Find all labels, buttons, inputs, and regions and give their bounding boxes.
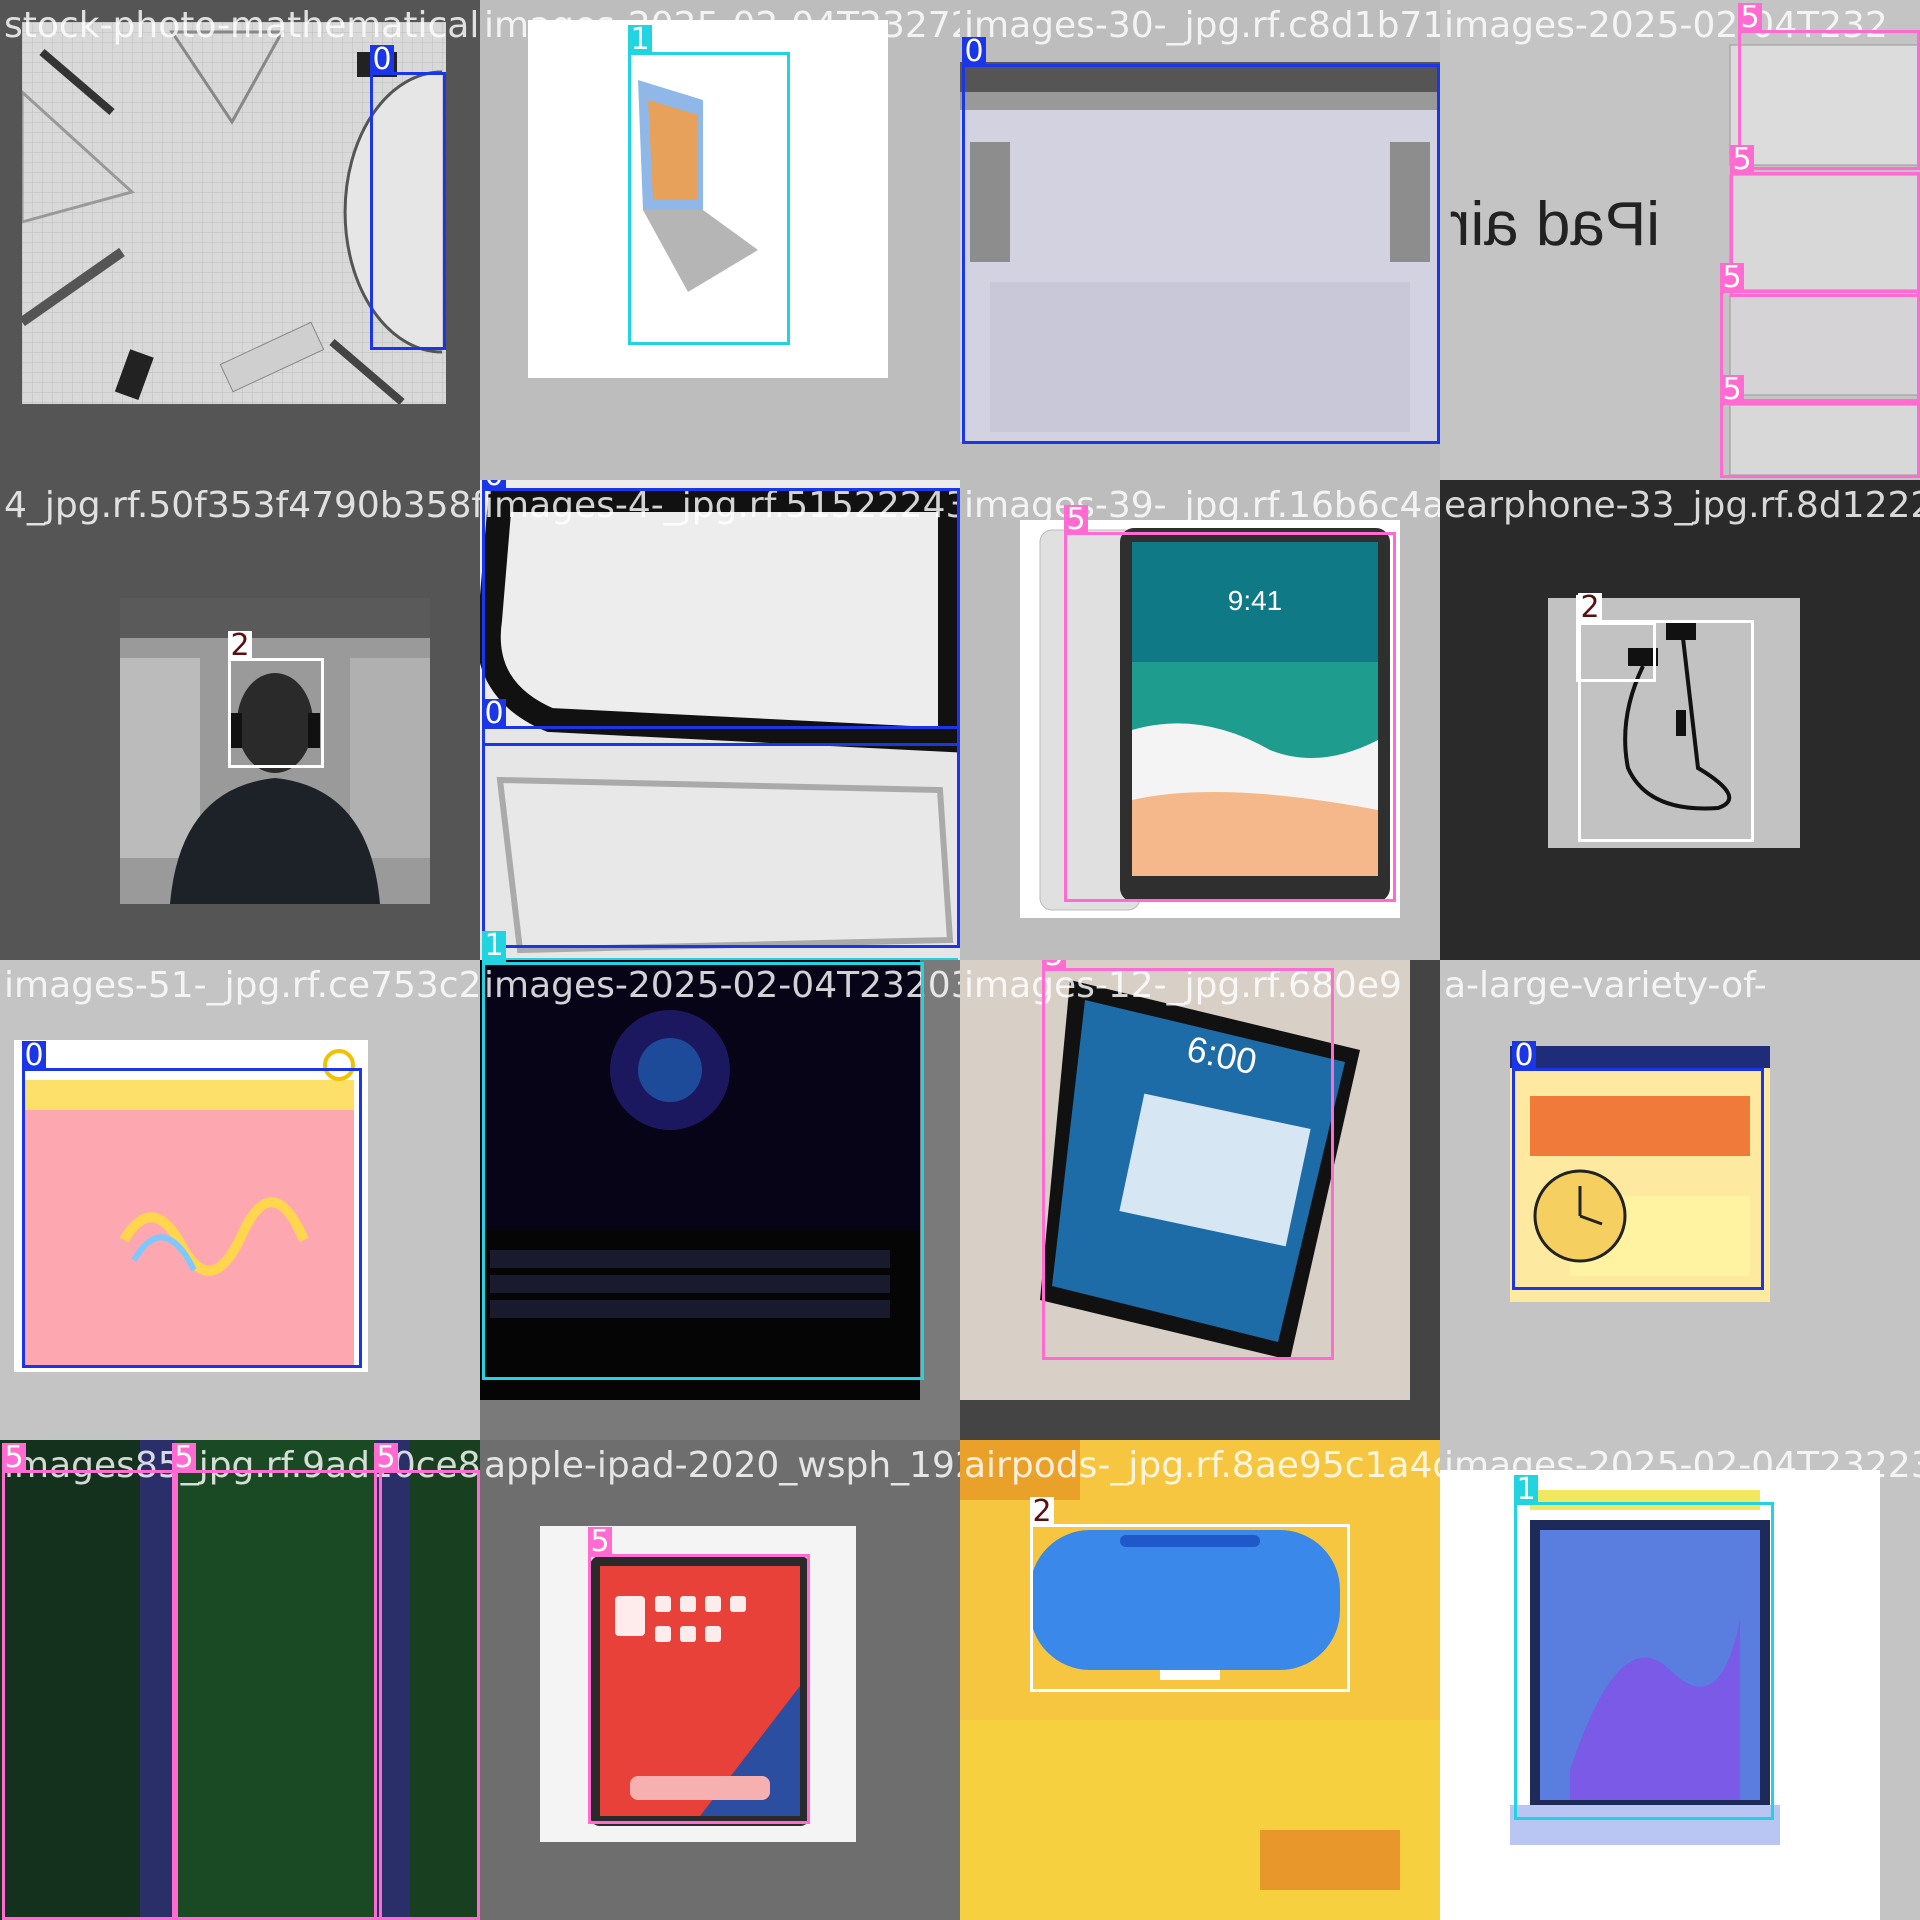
mosaic-tile: images-30-_jpg.rf.c8d1b71a 0 (960, 0, 1440, 480)
bbox-class-1: 1 (1514, 1475, 1774, 1820)
mosaic-tile: images-2025-02-04T232239 1 (1440, 1440, 1920, 1920)
bbox-class-5: 5 (2, 1443, 178, 1920)
mosaic-tile: earphone-33_jpg.rf.8d1222 2 2 (1440, 480, 1920, 960)
mosaic-tile: images-2025-02-04T232037 1 (480, 960, 960, 1440)
bbox-class-5: 5 (1720, 263, 1920, 402)
tile-filename: stock-photo-mathematical-instruments (4, 5, 480, 46)
class-label: 2 (228, 631, 252, 661)
tile-filename: images-39-_jpg.rf.16b6c4a1f6 (964, 485, 1440, 526)
bbox-class-0: 0 (370, 45, 446, 350)
class-label: 5 (1042, 960, 1066, 971)
mosaic-tile: images85_jpg.rf.9ad10ce8ff 5 5 5 (0, 1440, 480, 1920)
mosaic-tile: images-51-_jpg.rf.ce753c20 0 (0, 960, 480, 1440)
class-label: 0 (962, 37, 986, 67)
tile-filename: images-30-_jpg.rf.c8d1b71a (964, 5, 1440, 46)
tile-filename: apple-ipad-2020_wsph_1920 (484, 1445, 960, 1486)
bbox-class-1: 1 (628, 25, 790, 345)
class-label: 5 (1738, 3, 1762, 33)
class-label: 5 (1064, 505, 1088, 535)
bbox-class-5: 5 (1730, 145, 1920, 297)
class-label: 1 (1514, 1475, 1538, 1505)
class-label: 5 (1730, 145, 1754, 175)
mosaic-tile: 6:00 images-12-_jpg.rf.680e9 5 (960, 960, 1440, 1440)
bbox-class-0: 0 (22, 1041, 362, 1368)
bbox-class-1: 1 (482, 960, 924, 1380)
bbox-class-5: 5 (1720, 375, 1920, 478)
bbox-class-5: 5 (1064, 505, 1396, 902)
class-label: 0 (370, 45, 394, 75)
bbox-class-0: 0 (482, 699, 960, 948)
mosaic-tile: apple-ipad-2020_wsph_1920 5 (480, 1440, 960, 1920)
mosaic-tile: a-large-variety-of- 0 (1440, 960, 1920, 1440)
bbox-class-5: 5 (1042, 960, 1334, 1360)
bbox-class-2: 2 (1578, 593, 1754, 842)
class-label: 5 (1720, 375, 1744, 405)
mosaic-tile: images-2025-02-04T232727 1 (480, 0, 960, 480)
class-label: 0 (482, 480, 506, 491)
tile-filename: a-large-variety-of- (1444, 965, 1767, 1006)
class-label: 2 (1578, 593, 1602, 623)
bbox-class-5: 5 (172, 1443, 382, 1920)
class-label: 1 (482, 931, 506, 960)
bbox-class-0: 0 (962, 37, 1440, 444)
bbox-class-2: 2 (228, 631, 324, 768)
bbox-class-5: 5 (374, 1443, 480, 1920)
class-label: 0 (22, 1041, 46, 1071)
tile-filename: airpods-_jpg.rf.8ae95c1a4d7 (964, 1445, 1440, 1486)
bbox-class-5: 5 (1738, 3, 1920, 170)
class-label: 0 (482, 699, 506, 729)
class-label: 2 (1030, 1497, 1054, 1527)
tile-filename: images-51-_jpg.rf.ce753c20 (4, 965, 480, 1006)
bbox-class-2: 2 (1030, 1497, 1350, 1692)
bbox-class-0: 0 (1512, 1041, 1764, 1290)
class-label: 5 (172, 1443, 196, 1473)
class-label: 5 (2, 1443, 26, 1473)
bbox-class-0: 0 (482, 480, 960, 746)
mosaic-tile: 9:41 images-39-_jpg.rf.16b6c4a1f6 5 (960, 480, 1440, 960)
mosaic-tile: iPad air images-2025-02-04T232 5 5 5 5 (1440, 0, 1920, 480)
class-label: 1 (628, 25, 652, 55)
bbox-class-5: 5 (588, 1527, 810, 1824)
mosaic-tile: airpods-_jpg.rf.8ae95c1a4d7 2 (960, 1440, 1440, 1920)
mosaic-tile: images-4-_jpg.rf.51522243 0 0 1 (480, 480, 960, 960)
tile-filename: earphone-33_jpg.rf.8d1222 (1444, 485, 1920, 526)
training-batch-mosaic: stock-photo-mathematical-instruments 0 i… (0, 0, 1920, 1920)
class-label: 5 (588, 1527, 612, 1557)
tile-filename: 4_jpg.rf.50f353f4790b358f40 (4, 485, 480, 526)
mosaic-tile: stock-photo-mathematical-instruments 0 (0, 0, 480, 480)
class-label: 5 (1720, 263, 1744, 293)
bbox-class-1: 1 (482, 931, 958, 960)
svg-text:iPad air: iPad air (1450, 190, 1660, 259)
class-label: 0 (1512, 1041, 1536, 1071)
tile-filename: images-2025-02-04T232727 (484, 5, 960, 46)
class-label: 1 (482, 960, 506, 965)
mosaic-tile: 4_jpg.rf.50f353f4790b358f40 2 (0, 480, 480, 960)
class-label: 5 (374, 1443, 398, 1473)
